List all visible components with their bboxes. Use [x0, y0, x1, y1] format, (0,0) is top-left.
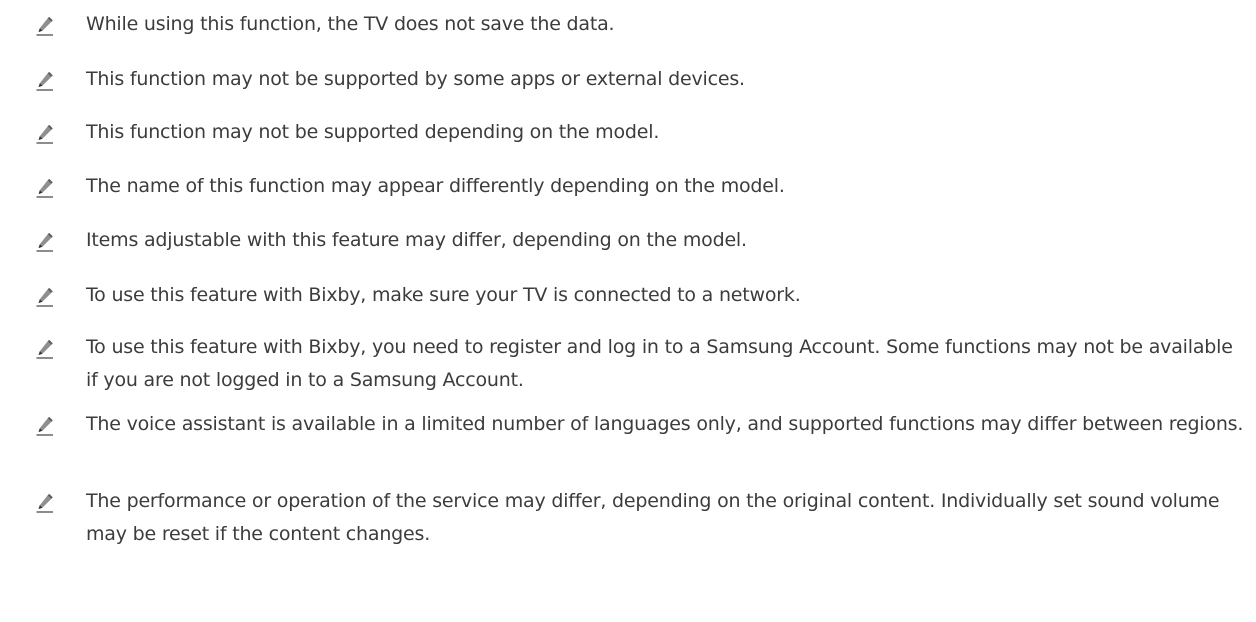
note-item: The voice assistant is available in a li…: [36, 408, 1248, 441]
note-item: To use this feature with Bixby, you need…: [36, 331, 1248, 397]
note-item: To use this feature with Bixby, make sur…: [36, 279, 1248, 312]
pencil-note-icon: [36, 338, 54, 359]
note-item: This function may not be supported by so…: [36, 63, 1248, 96]
pencil-note-icon: [36, 15, 54, 36]
note-item: The name of this function may appear dif…: [36, 170, 1248, 203]
note-text: This function may not be supported depen…: [86, 121, 660, 143]
note-text: The voice assistant is available in a li…: [86, 413, 1244, 435]
pencil-note-icon: [36, 286, 54, 307]
note-text: Items adjustable with this feature may d…: [86, 229, 747, 251]
note-text: To use this feature with Bixby, make sur…: [86, 284, 801, 306]
pencil-note-icon: [36, 123, 54, 144]
pencil-note-icon: [36, 231, 54, 252]
note-item: This function may not be supported depen…: [36, 116, 1248, 149]
pencil-note-icon: [36, 492, 54, 513]
note-text: The performance or operation of the serv…: [86, 490, 1220, 545]
note-item: While using this function, the TV does n…: [36, 8, 1248, 41]
pencil-note-icon: [36, 415, 54, 436]
pencil-note-icon: [36, 177, 54, 198]
note-text: While using this function, the TV does n…: [86, 13, 615, 35]
note-item: Items adjustable with this feature may d…: [36, 224, 1248, 257]
pencil-note-icon: [36, 70, 54, 91]
note-item: The performance or operation of the serv…: [36, 485, 1248, 551]
note-text: To use this feature with Bixby, you need…: [86, 336, 1233, 391]
note-text: The name of this function may appear dif…: [86, 175, 785, 197]
note-text: This function may not be supported by so…: [86, 68, 745, 90]
